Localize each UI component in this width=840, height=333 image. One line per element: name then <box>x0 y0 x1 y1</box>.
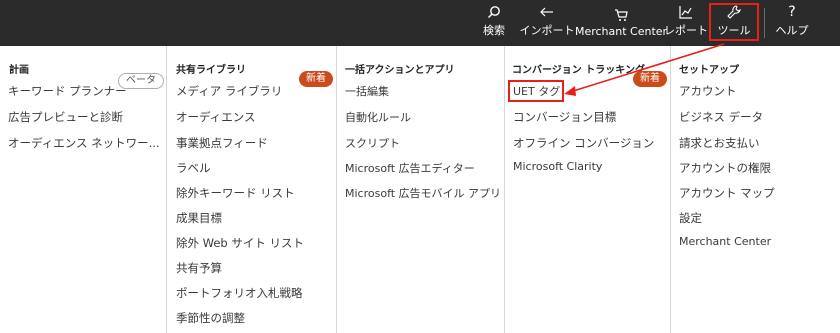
menu-item-accounts-map[interactable]: アカウント マップ <box>679 185 775 201</box>
column-title-shared-library: 共有ライブラリ <box>176 65 246 76</box>
column-title-bulk-actions: 一括アクションとアプリ <box>345 65 455 76</box>
menu-column-shared-library: 共有ライブラリ 新着 メディア ライブラリ オーディエンス 事業拠点フィード ラ… <box>166 46 337 333</box>
column-title-setup: セットアップ <box>679 65 739 76</box>
menu-item-media-library[interactable]: メディア ライブラリ <box>176 83 282 99</box>
column-title-plan: 計画 <box>9 65 29 76</box>
menu-column-bulk-actions: 一括アクションとアプリ 一括編集 自動化ルール スクリプト Microsoft … <box>336 46 505 333</box>
menu-item-account-access[interactable]: アカウントの権限 <box>679 160 771 176</box>
menu-item-preferences[interactable]: 設定 <box>679 210 702 226</box>
report-button[interactable]: レポート <box>664 0 708 46</box>
menu-item-website-exclusions[interactable]: 除外 Web サイト リスト <box>176 235 304 251</box>
menu-item-location-feed[interactable]: 事業拠点フィード <box>176 135 268 151</box>
tools-menu: 計画 キーワード プランナー ベータ 広告プレビューと診断 オーディエンス ネッ… <box>0 46 840 333</box>
menu-item-automated-rules[interactable]: 自動化ルール <box>345 109 411 125</box>
menu-item-billing[interactable]: 請求とお支払い <box>679 135 760 151</box>
search-icon <box>487 4 501 20</box>
menu-item-seasonality[interactable]: 季節性の調整 <box>176 310 245 326</box>
menu-item-goals[interactable]: 成果目標 <box>176 210 222 226</box>
menu-item-audiences[interactable]: オーディエンス <box>176 109 255 125</box>
help-label: ヘルプ <box>775 24 809 37</box>
help-button[interactable]: ? ヘルプ <box>772 0 812 46</box>
question-icon: ? <box>788 4 796 20</box>
search-label: 検索 <box>483 24 505 37</box>
column-title-conversion-tracking: コンバージョン トラッキング <box>512 65 645 76</box>
new-badge: 新着 <box>633 71 667 87</box>
menu-item-ads-mobile-app[interactable]: Microsoft 広告モバイル アプリ <box>345 185 501 201</box>
tools-highlight-box <box>709 3 759 41</box>
new-badge: 新着 <box>299 71 333 87</box>
search-button[interactable]: 検索 <box>478 0 510 46</box>
beta-badge: ベータ <box>118 73 164 89</box>
menu-item-offline-conversions[interactable]: オフライン コンバージョン <box>513 135 654 151</box>
menu-item-shared-budgets[interactable]: 共有予算 <box>176 260 222 276</box>
menu-column-plan: 計画 キーワード プランナー ベータ 広告プレビューと診断 オーディエンス ネッ… <box>0 46 166 333</box>
menu-item-labels[interactable]: ラベル <box>176 160 211 176</box>
merchant-center-label: Merchant Center <box>574 25 668 38</box>
menu-item-audience-network[interactable]: オーディエンス ネットワー... <box>8 135 160 151</box>
menu-item-keyword-planner[interactable]: キーワード プランナー <box>8 83 127 99</box>
menu-item-negative-keywords[interactable]: 除外キーワード リスト <box>176 185 295 201</box>
menu-item-accounts[interactable]: アカウント <box>679 83 737 99</box>
menu-item-ad-preview[interactable]: 広告プレビューと診断 <box>8 109 123 125</box>
menu-item-business-data[interactable]: ビジネス データ <box>679 109 763 125</box>
topbar-divider <box>764 8 765 38</box>
menu-item-portfolio-bid[interactable]: ポートフォリオ入札戦略 <box>176 285 303 301</box>
menu-item-bulk-edit[interactable]: 一括編集 <box>345 83 389 99</box>
menu-column-setup: セットアップ アカウント ビジネス データ 請求とお支払い アカウントの権限 ア… <box>670 46 840 333</box>
menu-item-scripts[interactable]: スクリプト <box>345 135 400 151</box>
import-label: インポート <box>519 24 575 37</box>
cart-icon <box>614 7 628 23</box>
import-button[interactable]: インポート <box>518 0 576 46</box>
menu-item-conversion-goals[interactable]: コンバージョン目標 <box>513 109 616 125</box>
merchant-center-button[interactable]: Merchant Center <box>574 0 668 46</box>
import-arrow-icon <box>540 4 554 20</box>
report-label: レポート <box>664 24 708 37</box>
menu-item-ads-editor[interactable]: Microsoft 広告エディター <box>345 160 475 176</box>
uet-tag-highlight-box <box>508 80 564 102</box>
menu-item-merchant-center[interactable]: Merchant Center <box>679 235 771 248</box>
menu-item-microsoft-clarity[interactable]: Microsoft Clarity <box>513 160 602 173</box>
chart-icon <box>679 4 693 20</box>
